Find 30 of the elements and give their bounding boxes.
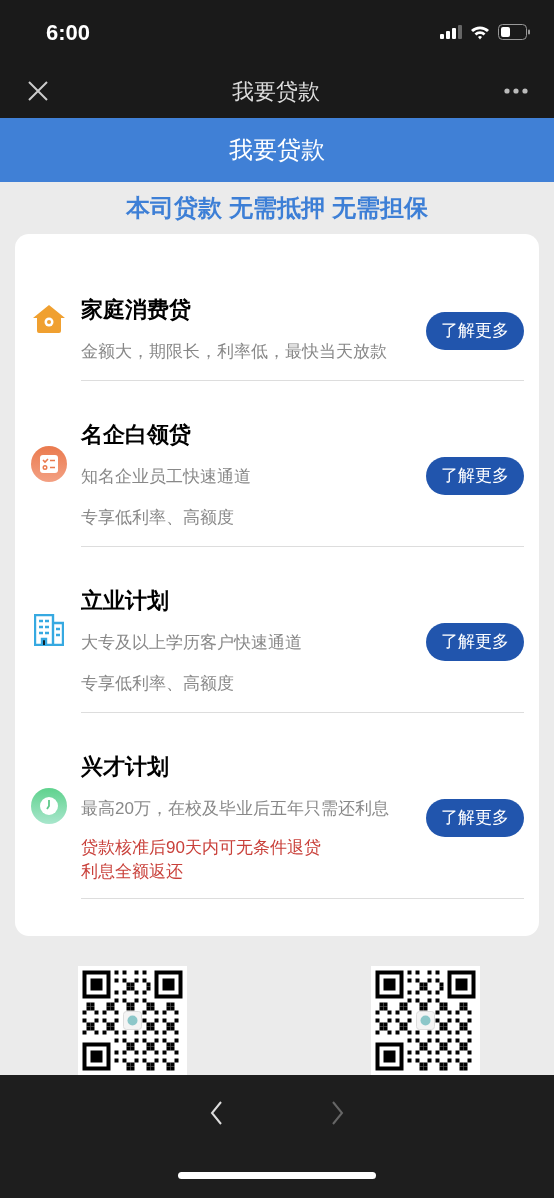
learn-more-button[interactable]: 了解更多 [426,623,524,661]
notice-text: 贷款核准后90天内可无条件退贷 [81,837,322,859]
status-time: 6:00 [46,18,91,47]
product-title: 名企白领贷 [81,421,192,449]
back-icon[interactable] [210,1101,223,1125]
checklist-icon [30,446,67,482]
signal-icon [440,25,462,39]
learn-more-button[interactable]: 了解更多 [426,457,524,495]
wifi-icon [470,24,490,40]
product-title: 立业计划 [81,587,170,615]
learn-more-button[interactable]: 了解更多 [426,311,524,350]
tagline: 本司贷款 无需抵押 无需担保 [126,193,428,223]
product-description: 专享低利率、高额度 [81,507,235,529]
product-title: 家庭消费贷 [81,296,192,324]
product-title: 兴才计划 [81,753,170,781]
building-icon [33,614,64,646]
product-description: 大专及以上学历客户快速通道 [81,632,303,654]
product-description: 最高20万，在校及毕业后五年只需还利息 [81,798,390,820]
page-title: 我要贷款 [232,77,320,106]
clock-icon [30,788,67,824]
more-icon[interactable] [504,88,528,94]
battery-icon [498,24,530,40]
product-description: 专享低利率、高额度 [81,673,235,695]
notice-text: 利息全额返还 [81,861,184,883]
product-description: 金额大，期限长，利率低，最快当天放款 [81,341,388,363]
close-icon[interactable] [28,81,48,101]
house-icon [32,304,65,333]
learn-more-button[interactable]: 了解更多 [426,799,524,837]
product-description: 知名企业员工快速通道 [81,466,252,488]
header-title: 我要贷款 [229,135,325,165]
